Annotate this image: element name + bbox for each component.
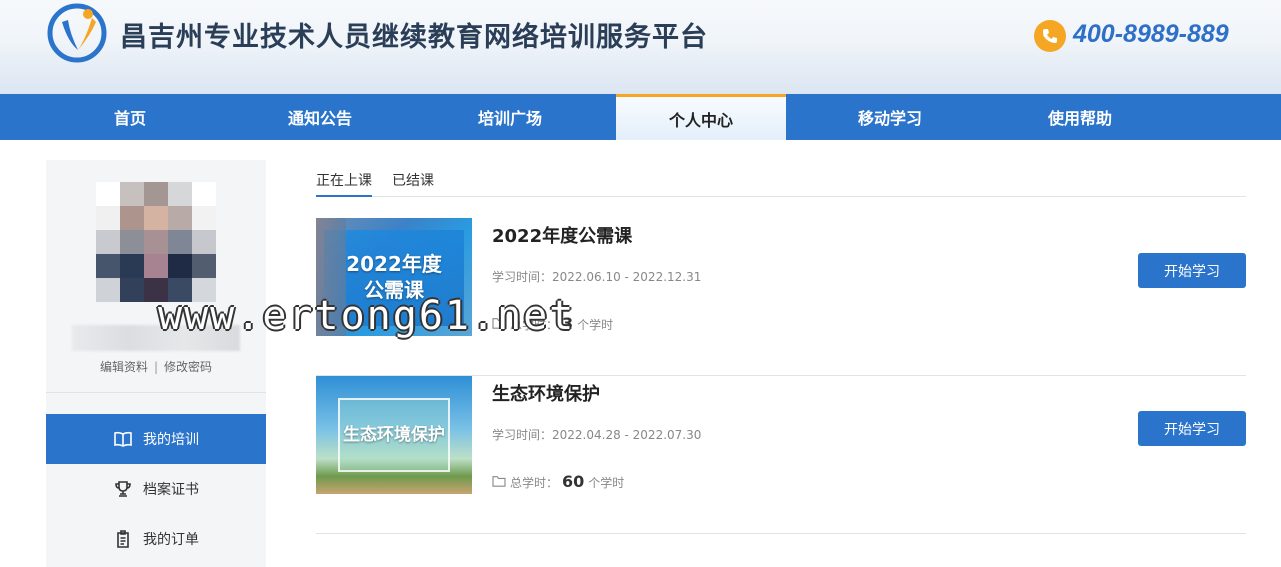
site-title: 昌吉州专业技术人员继续教育网络培训服务平台 bbox=[120, 22, 708, 53]
course-thumbnail-text: 生态环境保护 bbox=[343, 424, 445, 445]
course-title[interactable]: 2022年度公需课 bbox=[492, 222, 632, 248]
nav-item-personal-center[interactable]: 个人中心 bbox=[616, 94, 786, 140]
course-dates: 学习时间：2022.06.10 - 2022.12.31 bbox=[492, 270, 702, 284]
hours-unit: 个学时 bbox=[588, 476, 625, 490]
watermark-text: www.ertong61.net bbox=[158, 293, 576, 339]
hotline-number: 400-8989-889 bbox=[1073, 20, 1229, 48]
main-nav: 首页 通知公告 培训广场 个人中心 移动学习 使用帮助 bbox=[0, 94, 1281, 140]
trophy-icon bbox=[115, 481, 131, 497]
hours-label: 总学时： bbox=[510, 476, 559, 490]
nav-item-home[interactable]: 首页 bbox=[45, 94, 215, 140]
hours-unit: 个学时 bbox=[577, 318, 614, 332]
book-icon bbox=[114, 431, 132, 447]
course-item: 生态环境保护 生态环境保护 学习时间：2022.04.28 - 2022.07.… bbox=[316, 376, 1246, 534]
site-header: 昌吉州专业技术人员继续教育网络培训服务平台 400-8989-889 bbox=[0, 0, 1281, 94]
change-password-link[interactable]: 修改密码 bbox=[164, 360, 212, 374]
nav-item-training-square[interactable]: 培训广场 bbox=[425, 94, 595, 140]
platform-logo-icon[interactable] bbox=[46, 2, 108, 64]
sidebar-item-orders[interactable]: 我的订单 bbox=[46, 514, 266, 564]
clipboard-icon bbox=[117, 530, 129, 548]
sidebar-item-my-training[interactable]: 我的培训 bbox=[46, 414, 266, 464]
tab-completed[interactable]: 已结课 bbox=[392, 170, 434, 197]
sidebar-divider bbox=[46, 392, 266, 393]
start-learning-button[interactable]: 开始学习 bbox=[1138, 411, 1246, 446]
sidebar-item-certificates[interactable]: 档案证书 bbox=[46, 464, 266, 514]
edit-profile-link[interactable]: 编辑资料 bbox=[100, 360, 148, 374]
profile-links: 编辑资料 | 修改密码 bbox=[46, 358, 266, 375]
nav-item-help[interactable]: 使用帮助 bbox=[995, 94, 1165, 140]
course-title[interactable]: 生态环境保护 bbox=[492, 380, 600, 406]
sidebar-item-label: 档案证书 bbox=[143, 482, 199, 498]
hours-value: 60 bbox=[562, 472, 585, 491]
tab-in-progress[interactable]: 正在上课 bbox=[316, 170, 372, 197]
user-sidebar: 编辑资料 | 修改密码 我的培训 档案证书 我的订单 bbox=[46, 160, 266, 567]
phone-icon bbox=[1034, 20, 1066, 52]
folder-icon bbox=[492, 476, 506, 487]
start-learning-button[interactable]: 开始学习 bbox=[1138, 253, 1246, 288]
course-hours: 总学时： 60 个学时 bbox=[492, 472, 624, 491]
course-dates: 学习时间：2022.04.28 - 2022.07.30 bbox=[492, 428, 702, 442]
avatar bbox=[96, 182, 216, 302]
link-separator: | bbox=[153, 360, 159, 374]
course-thumbnail[interactable]: 生态环境保护 bbox=[316, 376, 472, 494]
sidebar-item-label: 我的培训 bbox=[143, 432, 199, 448]
course-status-tabs: 正在上课 已结课 bbox=[316, 160, 1246, 197]
nav-item-mobile-learning[interactable]: 移动学习 bbox=[805, 94, 975, 140]
nav-item-notices[interactable]: 通知公告 bbox=[235, 94, 405, 140]
sidebar-item-label: 我的订单 bbox=[143, 532, 199, 548]
